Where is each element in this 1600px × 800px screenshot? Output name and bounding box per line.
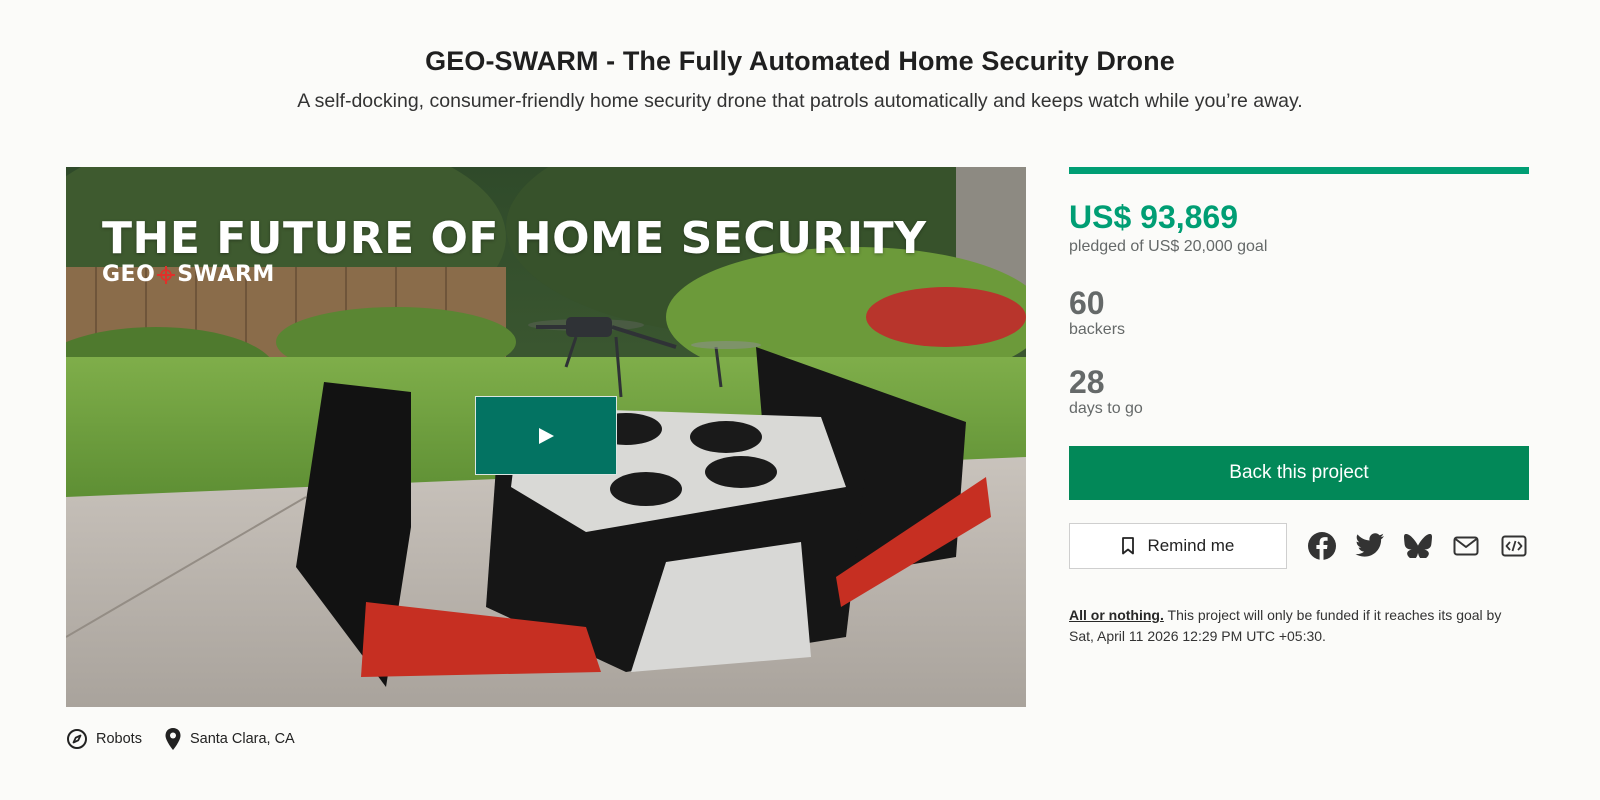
location-label: Santa Clara, CA <box>189 731 295 747</box>
project-meta: Robots Santa Clara, CA <box>66 727 295 751</box>
all-or-nothing-link[interactable]: All or nothing. <box>1069 607 1164 623</box>
hero-brand-logo: GEO SWARM <box>102 262 275 287</box>
location-pin-icon <box>165 728 181 750</box>
embed-icon[interactable] <box>1498 530 1529 562</box>
location-link[interactable]: Santa Clara, CA <box>164 727 295 751</box>
funding-progress-bar <box>1069 167 1529 174</box>
remind-me-button[interactable]: Remind me <box>1069 523 1287 570</box>
crosshair-icon <box>157 265 176 284</box>
compass-icon <box>67 729 87 749</box>
remind-me-label: Remind me <box>1147 536 1235 556</box>
category-label: Robots <box>96 731 142 747</box>
action-row: Remind me <box>1069 523 1529 570</box>
project-header: GEO-SWARM - The Fully Automated Home Sec… <box>0 46 1600 113</box>
project-subtitle: A self-docking, consumer-friendly home s… <box>297 90 1303 112</box>
hero-brand-right: SWARM <box>177 262 275 287</box>
pledged-goal-label: pledged of US$ 20,000 goal <box>1069 238 1268 255</box>
funding-progress-fill <box>1069 167 1529 174</box>
facebook-icon[interactable] <box>1307 530 1338 562</box>
project-title: GEO-SWARM - The Fully Automated Home Sec… <box>425 46 1175 76</box>
days-remaining-label: days to go <box>1069 400 1143 418</box>
days-remaining: 28 <box>1069 364 1105 401</box>
back-project-button[interactable]: Back this project <box>1069 446 1529 501</box>
hero-brand-left: GEO <box>102 262 156 287</box>
hero-headline: THE FUTURE OF HOME SECURITY <box>102 213 927 264</box>
backers-label: backers <box>1069 321 1126 339</box>
category-link[interactable]: Robots <box>66 728 142 750</box>
bluesky-icon[interactable] <box>1402 530 1433 562</box>
project-video[interactable]: THE FUTURE OF HOME SECURITY GEO SWARM <box>66 167 1026 707</box>
funding-terms: All or nothing. This project will only b… <box>1069 605 1529 647</box>
bookmark-icon <box>1122 537 1135 555</box>
funding-panel: US$ 93,869 pledged of US$ 20,000 goal 60… <box>1069 167 1529 647</box>
play-button[interactable] <box>475 396 617 475</box>
pledged-amount: US$ 93,869 <box>1069 199 1239 235</box>
play-icon <box>539 427 554 444</box>
twitter-icon[interactable] <box>1355 530 1386 562</box>
backers-count: 60 <box>1069 285 1105 321</box>
email-icon[interactable] <box>1450 530 1481 562</box>
